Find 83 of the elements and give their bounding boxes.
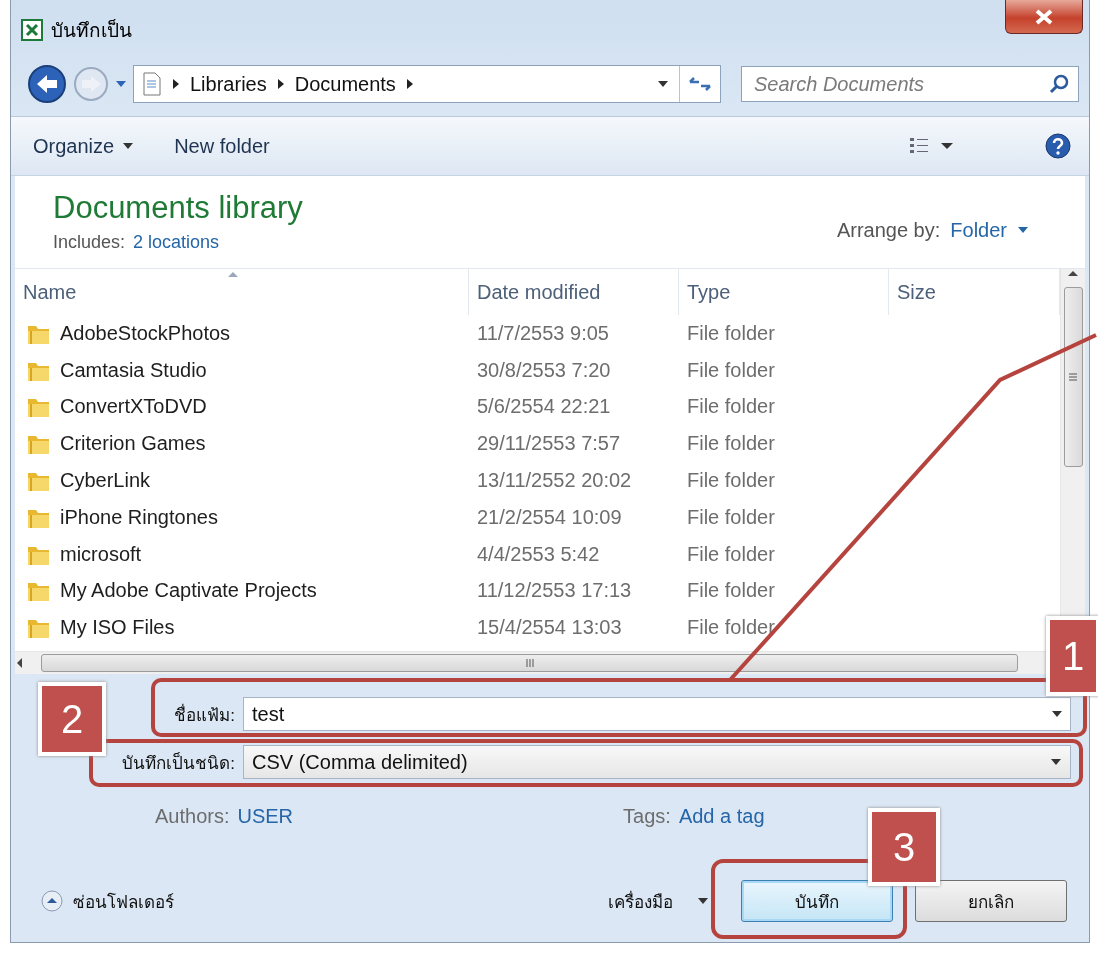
column-header[interactable]: Date modified bbox=[469, 269, 679, 315]
dropdown-caret-icon bbox=[1050, 758, 1062, 766]
file-name[interactable]: ConvertXToDVD bbox=[60, 395, 207, 419]
arrange-dropdown[interactable]: Folder bbox=[950, 218, 1029, 242]
breadcrumb-item[interactable]: Libraries bbox=[190, 72, 267, 96]
file-name[interactable]: Camtasia Studio bbox=[60, 358, 207, 382]
table-cell-text: 30/8/2553 7:20 bbox=[476, 358, 612, 382]
column-header[interactable]: Name bbox=[15, 269, 469, 315]
cancel-button[interactable]: ยกเลิก bbox=[915, 880, 1067, 922]
chevron-icon bbox=[405, 78, 414, 90]
file-type-dropdown[interactable]: CSV (Comma delimited) bbox=[243, 745, 1071, 779]
table-cell-text: File folder bbox=[686, 432, 776, 456]
view-options-icon[interactable] bbox=[909, 136, 955, 156]
step-badge: 2 bbox=[38, 682, 106, 756]
collapse-icon bbox=[41, 890, 63, 912]
tags-link[interactable]: Add a tag bbox=[678, 805, 765, 828]
file-name[interactable]: microsoft bbox=[60, 542, 142, 566]
table-cell-text: 13/11/2552 20:02 bbox=[476, 469, 633, 493]
close-button[interactable] bbox=[1005, 0, 1083, 34]
locations-link[interactable]: 2 locations bbox=[133, 232, 220, 253]
spreadsheet-icon bbox=[21, 19, 43, 41]
table-cell-text: File folder bbox=[686, 505, 776, 529]
chevron-icon bbox=[172, 78, 180, 90]
table-cell-text: File folder bbox=[686, 321, 776, 345]
library-title: Documents library bbox=[53, 190, 304, 226]
help-icon[interactable] bbox=[1045, 133, 1071, 159]
organize-menu[interactable]: Organize bbox=[33, 130, 135, 162]
table-cell-text: 5/6/2554 22:21 bbox=[476, 395, 612, 419]
breadcrumb-item[interactable]: Documents bbox=[294, 72, 396, 96]
scroll-up-icon[interactable] bbox=[1067, 269, 1079, 279]
table-cell-text: 4/4/2553 5:42 bbox=[476, 542, 601, 566]
dropdown-caret-icon bbox=[1051, 710, 1063, 718]
table-cell-text: File folder bbox=[686, 469, 776, 493]
filename-field[interactable]: test bbox=[243, 697, 1071, 731]
document-icon bbox=[142, 72, 162, 96]
search-icon bbox=[1049, 74, 1069, 94]
tags-label: Tags: bbox=[623, 805, 671, 828]
file-name[interactable]: Criterion Games bbox=[60, 432, 206, 456]
window-title: บันทึกเป็น bbox=[51, 18, 132, 43]
search-field[interactable]: Search Documents bbox=[741, 66, 1079, 102]
step-badge: 1 bbox=[1046, 616, 1098, 696]
table-cell-text: File folder bbox=[686, 616, 776, 640]
close-icon bbox=[1035, 8, 1053, 25]
table-cell-text: File folder bbox=[686, 395, 776, 419]
authors-link[interactable]: USER bbox=[237, 805, 294, 828]
table-cell-text: 29/11/2553 7:57 bbox=[476, 432, 622, 456]
caret-icon bbox=[1017, 226, 1029, 234]
table-cell-text: File folder bbox=[686, 579, 776, 603]
chevron-icon bbox=[276, 78, 285, 90]
file-name[interactable]: My ISO Files bbox=[60, 616, 175, 640]
caret-icon bbox=[697, 897, 709, 905]
new-folder-button[interactable]: New folder bbox=[174, 130, 270, 162]
step-badge: 3 bbox=[868, 808, 940, 886]
file-name[interactable]: AdobeStockPhotos bbox=[60, 321, 231, 345]
authors-label: Authors: bbox=[155, 805, 230, 828]
column-header[interactable]: Type bbox=[679, 269, 889, 315]
dropdown-caret-icon bbox=[657, 80, 669, 88]
field-label: บันทึกเป็นชนิด: bbox=[122, 751, 235, 775]
back-button[interactable] bbox=[27, 64, 67, 104]
table-cell-text: File folder bbox=[686, 358, 776, 382]
table-cell-text: 11/12/2553 17:13 bbox=[476, 579, 633, 603]
field-label: ชื่อแฟ้ม: bbox=[174, 702, 235, 727]
tools-menu[interactable]: เครื่องมือ bbox=[608, 887, 709, 915]
scrollbar-thumb[interactable] bbox=[41, 654, 1018, 672]
file-name[interactable]: iPhone Ringtones bbox=[60, 505, 218, 529]
file-name[interactable]: CyberLink bbox=[60, 469, 151, 493]
grip-icon bbox=[525, 658, 534, 668]
hide-folders-button[interactable]: ซ่อนโฟลเดอร์ bbox=[41, 887, 174, 915]
caret-icon bbox=[122, 142, 135, 150]
file-name[interactable]: My Adobe Captivate Projects bbox=[60, 579, 317, 603]
scroll-left-icon[interactable] bbox=[15, 657, 25, 669]
scrollbar-thumb[interactable] bbox=[1063, 287, 1083, 467]
table-cell-text: File folder bbox=[686, 542, 776, 566]
arrange-label: Arrange by: bbox=[836, 218, 941, 242]
save-button[interactable]: บันทึก bbox=[741, 880, 893, 922]
address-bar[interactable]: Libraries Documents bbox=[133, 65, 721, 103]
grip-icon bbox=[1068, 373, 1078, 381]
includes-label: Includes: bbox=[53, 232, 126, 253]
history-dropdown-icon[interactable] bbox=[115, 80, 127, 88]
table-cell-text: 15/4/2554 13:03 bbox=[476, 616, 623, 640]
table-cell-text: 11/7/2553 9:05 bbox=[476, 321, 610, 345]
sort-arrow-icon bbox=[227, 271, 239, 278]
table-cell-text: 21/2/2554 10:09 bbox=[476, 505, 623, 529]
